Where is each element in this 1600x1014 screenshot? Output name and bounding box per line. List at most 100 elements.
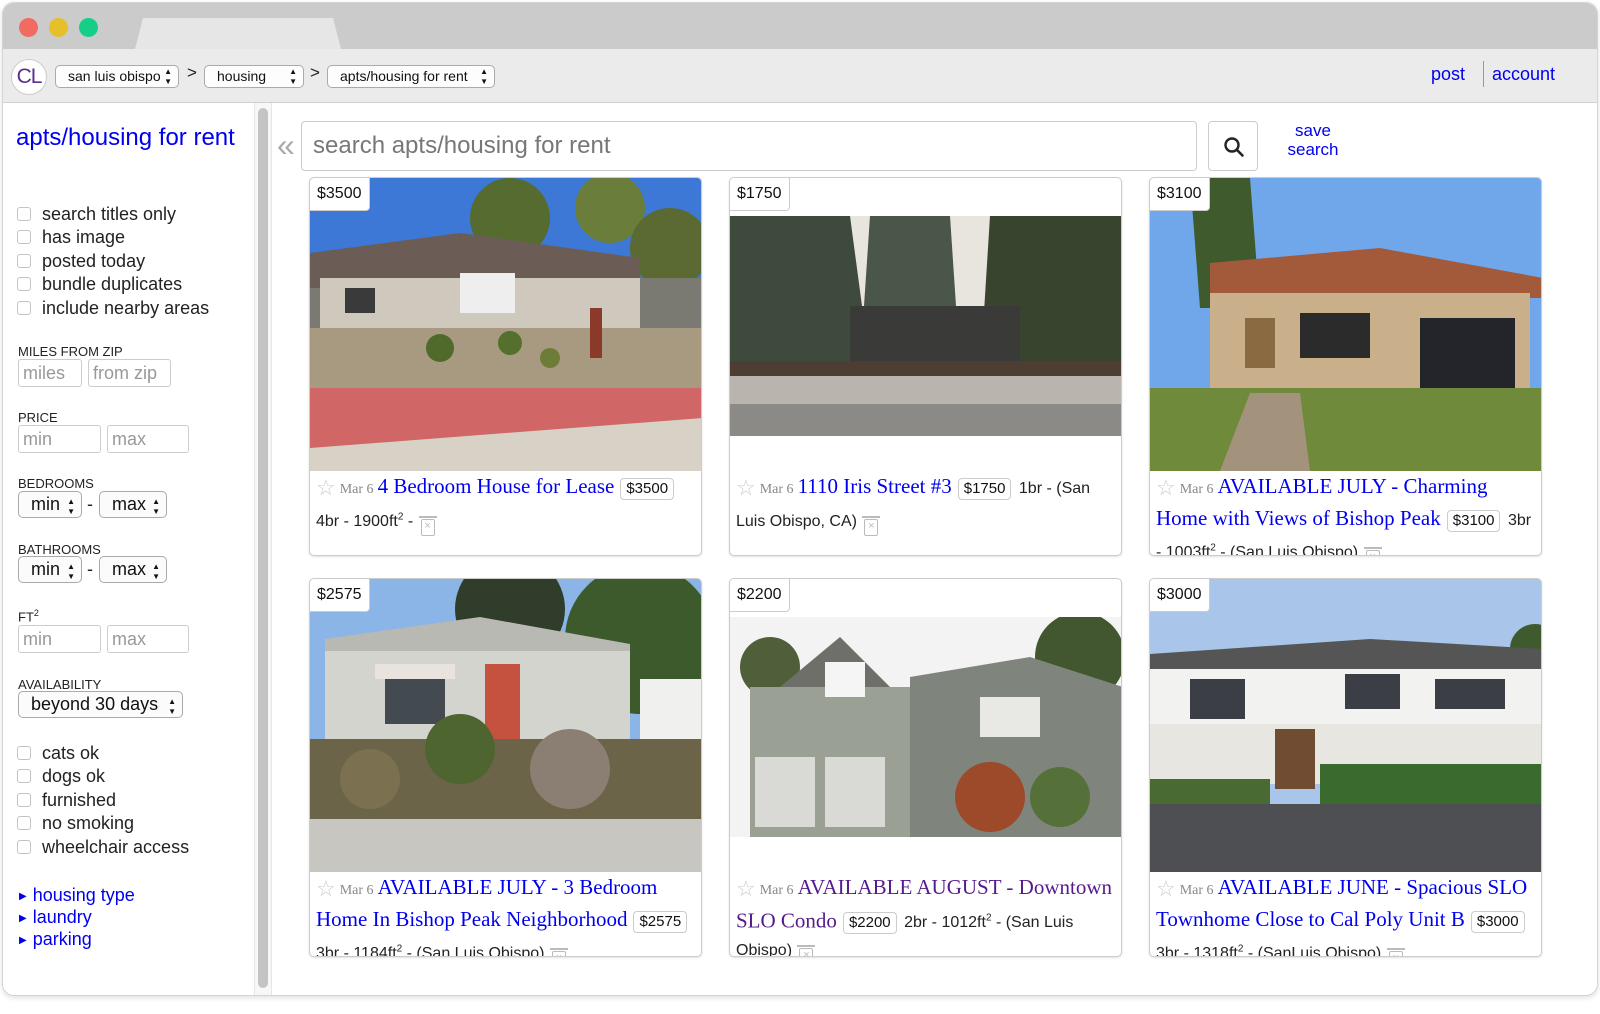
hide-listing-trash-icon[interactable]: ×	[797, 945, 816, 956]
favorite-star-icon[interactable]: ☆	[736, 475, 756, 500]
bathrooms-max-select[interactable]: max ▲ ▼	[99, 556, 167, 583]
expand-housing-type[interactable]: ▶ housing type	[19, 884, 135, 908]
breadcrumb-category-select[interactable]: housing ▲ ▼	[204, 65, 304, 88]
listing-price: $2575	[633, 911, 688, 933]
save-search-link[interactable]: save search	[1278, 121, 1348, 159]
availability-select[interactable]: beyond 30 days ▲ ▼	[18, 691, 183, 718]
bedrooms-max-select[interactable]: max ▲ ▼	[99, 491, 167, 518]
favorite-star-icon[interactable]: ☆	[316, 876, 336, 901]
checkbox-wheelchair-access[interactable]: wheelchair access	[17, 836, 189, 858]
listing-card[interactable]: $3500 ☆ Mar 64 Bedroom House for Lease $35…	[309, 177, 702, 556]
hide-listing-trash-icon[interactable]: ×	[1363, 547, 1382, 555]
triangle-right-icon: ▶	[19, 913, 27, 924]
checkbox[interactable]	[17, 229, 31, 244]
expand-laundry[interactable]: ▶ laundry	[19, 906, 92, 930]
listing-photo[interactable]	[310, 579, 701, 872]
bedrooms-min-select[interactable]: min ▲ ▼	[18, 491, 82, 518]
bathrooms-min-select[interactable]: min ▲ ▼	[18, 556, 82, 583]
listing-date: Mar 6	[1179, 482, 1214, 497]
checkbox-include-nearby-areas[interactable]: include nearby areas	[17, 297, 209, 319]
sqft-min-input[interactable]	[18, 625, 101, 653]
listing-date: Mar 6	[339, 883, 374, 898]
category-title[interactable]: apts/housing for rent	[16, 123, 236, 152]
select-value: max	[112, 559, 147, 579]
listing-title-link[interactable]: 1110 Iris Street #3	[798, 474, 952, 498]
checkbox-label: include nearby areas	[42, 298, 210, 318]
hide-listing-trash-icon[interactable]: ×	[418, 516, 437, 537]
listing-details: 3br - 1184ft2 - (San Luis Obispo)	[316, 944, 545, 957]
listing-photo[interactable]	[730, 216, 1121, 436]
select-arrows-icon: ▲ ▼	[67, 562, 75, 581]
price-min-input[interactable]	[18, 425, 101, 453]
sidebar-scrollbar[interactable]	[254, 103, 272, 995]
checkbox[interactable]	[17, 792, 31, 807]
scrollbar-thumb[interactable]	[258, 108, 268, 988]
account-link[interactable]: account	[1492, 64, 1555, 85]
breadcrumb-subcategory-select[interactable]: apts/housing for rent ▲ ▼	[327, 65, 495, 88]
checkbox[interactable]	[17, 768, 31, 783]
listing-card[interactable]: $2200 ☆ Mar 6 AVAILABLE AUGUST - Downtown …	[729, 578, 1122, 957]
checkbox-bundle-duplicates[interactable]: bundle duplicates	[17, 273, 182, 295]
craigslist-logo[interactable]: CL	[11, 59, 47, 95]
maximize-window-button[interactable]	[79, 18, 98, 37]
checkbox[interactable]	[17, 300, 31, 315]
listing-card[interactable]: $1750 ☆ Mar 6 1110 Iris Street #3 $1750 1br…	[729, 177, 1122, 556]
price-max-input[interactable]	[107, 425, 189, 453]
checkbox[interactable]	[17, 253, 31, 268]
collapse-sidebar-icon[interactable]: «	[277, 125, 295, 165]
checkbox-cats-ok[interactable]: cats ok	[17, 742, 99, 764]
listing-price-tag: $3000	[1150, 579, 1210, 612]
expand-parking[interactable]: ▶ parking	[19, 928, 92, 952]
checkbox[interactable]	[17, 206, 31, 221]
listing-date: Mar 6	[759, 883, 794, 898]
checkbox-search-titles-only[interactable]: search titles only	[17, 203, 176, 225]
post-link[interactable]: post	[1431, 64, 1465, 85]
hide-listing-trash-icon[interactable]: ×	[1386, 948, 1405, 956]
favorite-star-icon[interactable]: ☆	[736, 876, 756, 901]
listing-photo[interactable]	[730, 617, 1121, 837]
minimize-window-button[interactable]	[49, 18, 68, 37]
listing-price: $3100	[1446, 510, 1501, 532]
select-arrows-icon: ▲ ▼	[152, 497, 160, 516]
checkbox-furnished[interactable]: furnished	[17, 789, 116, 811]
close-window-button[interactable]	[19, 18, 38, 37]
checkbox[interactable]	[17, 745, 31, 760]
checkbox-no-smoking[interactable]: no smoking	[17, 812, 134, 834]
zip-input[interactable]	[88, 359, 171, 387]
search-input[interactable]	[301, 121, 1197, 171]
listing-price: $3000	[1470, 911, 1525, 933]
checkbox-dogs-ok[interactable]: dogs ok	[17, 765, 105, 787]
listing-details: 4br - 1900ft2 -	[316, 512, 414, 531]
listing-price-tag: $3100	[1150, 178, 1210, 211]
hide-listing-trash-icon[interactable]: ×	[862, 516, 881, 537]
listing-photo[interactable]	[310, 178, 701, 471]
checkbox[interactable]	[17, 839, 31, 854]
listing-title-link[interactable]: 4 Bedroom House for Lease	[378, 474, 615, 498]
checkbox[interactable]	[17, 276, 31, 291]
favorite-star-icon[interactable]: ☆	[316, 475, 336, 500]
sqft-max-input[interactable]	[107, 625, 189, 653]
select-arrows-icon: ▲ ▼	[168, 697, 176, 716]
listing-price-tag: $3500	[310, 178, 370, 211]
checkbox-label: search titles only	[42, 204, 177, 224]
listing-card[interactable]: $2575 ☆ Mar 6 AVAILABLE JULY - 3 Bedroom H…	[309, 578, 702, 957]
price-label: PRICE	[18, 410, 58, 425]
checkbox-posted-today[interactable]: posted today	[17, 250, 145, 272]
favorite-star-icon[interactable]: ☆	[1156, 475, 1176, 500]
select-value: max	[112, 494, 147, 514]
hide-listing-trash-icon[interactable]: ×	[549, 948, 568, 956]
checkbox[interactable]	[17, 815, 31, 830]
triangle-right-icon: ▶	[19, 935, 27, 946]
select-arrows-icon: ▲ ▼	[480, 67, 488, 86]
listing-card[interactable]: $3100 ☆ Mar 6 AVAILABLE JULY - Charming Ho…	[1149, 177, 1542, 556]
favorite-star-icon[interactable]: ☆	[1156, 876, 1176, 901]
listing-card[interactable]: $3000 ☆ Mar 6 AVAILABLE JUNE - Spacious SL…	[1149, 578, 1542, 957]
select-arrows-icon: ▲ ▼	[164, 67, 172, 86]
checkbox-has-image[interactable]: has image	[17, 226, 125, 248]
listing-photo[interactable]	[1150, 579, 1541, 872]
browser-tab[interactable]	[135, 18, 341, 49]
miles-input[interactable]	[18, 359, 82, 387]
listing-photo[interactable]	[1150, 178, 1541, 471]
search-button[interactable]	[1208, 121, 1258, 171]
breadcrumb-area-select[interactable]: san luis obispo ▲ ▼	[55, 65, 179, 88]
